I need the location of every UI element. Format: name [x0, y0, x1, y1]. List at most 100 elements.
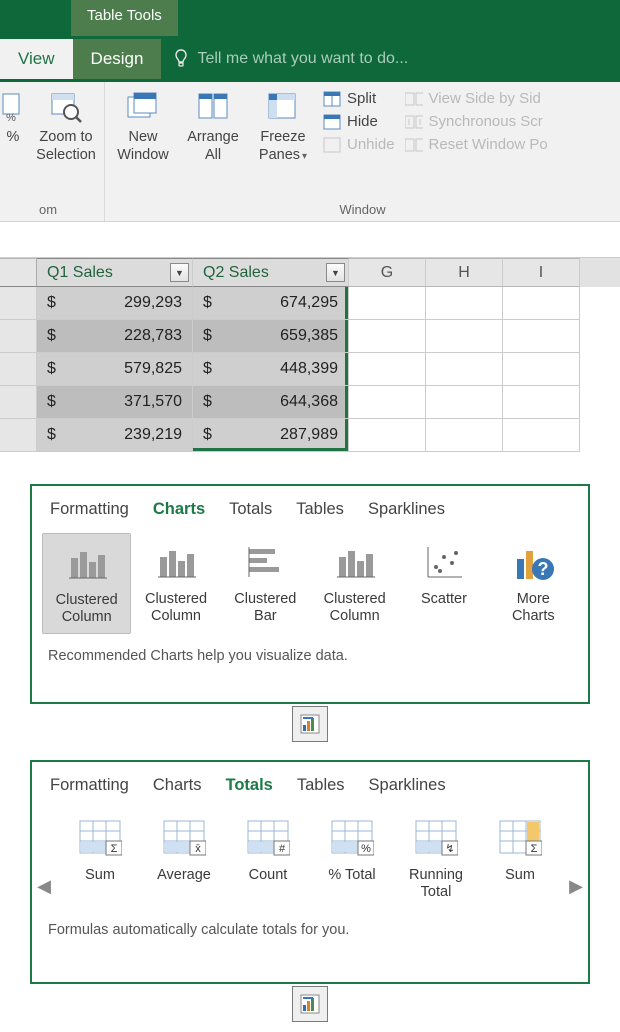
qa-tab-charts[interactable]: Charts [153, 500, 205, 519]
empty-cell[interactable] [426, 386, 503, 419]
title-bar: Table Tools [0, 0, 620, 36]
zoom-to-selection-button[interactable]: Zoom to Selection [36, 88, 96, 164]
empty-cell[interactable] [503, 419, 580, 452]
cell-q2[interactable]: $659,385 [193, 320, 349, 353]
qa-chart-option[interactable]: ?MoreCharts [489, 533, 578, 632]
chevron-down-icon: ▾ [302, 151, 307, 162]
tell-me-search[interactable]: Tell me what you want to do... [197, 50, 620, 68]
qa-tab-sparklines[interactable]: Sparklines [368, 500, 445, 519]
qa-tab-formatting[interactable]: Formatting [50, 500, 129, 519]
filter-dropdown-icon[interactable]: ▼ [170, 263, 189, 282]
quick-analysis-flyout-totals: Formatting Charts Totals Tables Sparklin… [30, 760, 590, 984]
total-type-icon: Σ [62, 815, 138, 863]
chart-type-icon [223, 539, 308, 587]
split-button[interactable]: Split [323, 90, 395, 107]
empty-cell[interactable] [349, 287, 426, 320]
qa-chart-option[interactable]: ClusteredColumn [310, 533, 399, 632]
qa-description: Formulas automatically calculate totals … [32, 908, 588, 948]
empty-cell[interactable] [503, 386, 580, 419]
chart-type-icon [401, 539, 486, 587]
cell-q2[interactable]: $448,399 [193, 353, 349, 386]
empty-cell[interactable] [503, 320, 580, 353]
synchronous-scrolling-button: Synchronous Scr [405, 113, 548, 130]
tab-design[interactable]: Design [73, 39, 162, 79]
contextual-tab-group: Table Tools [71, 0, 178, 36]
reset-window-position-button: Reset Window Po [405, 136, 548, 153]
qa-chart-option[interactable]: Scatter [399, 533, 488, 614]
group-label-zoom: om [0, 199, 96, 221]
zoom-button-partial[interactable]: % % [0, 88, 26, 146]
svg-text:x̄: x̄ [195, 843, 201, 855]
empty-cell[interactable] [349, 320, 426, 353]
qa-tab-tables[interactable]: Tables [296, 500, 344, 519]
ribbon-panel: % % Zoom to Selection om New Window Arra… [0, 82, 620, 222]
cell-q1[interactable]: $371,570 [37, 386, 193, 419]
svg-text:Σ: Σ [531, 843, 538, 855]
total-type-icon: # [230, 815, 306, 863]
column-header-q1[interactable]: Q1 Sales ▼ [37, 258, 193, 287]
qa-total-option[interactable]: ↯RunningTotal [396, 809, 476, 908]
cell-q1[interactable]: $228,783 [37, 320, 193, 353]
qa-chart-option[interactable]: ClusteredBar [221, 533, 310, 632]
empty-cell[interactable] [349, 353, 426, 386]
quick-analysis-button[interactable] [292, 706, 328, 742]
quick-analysis-button[interactable] [292, 986, 328, 1022]
qa-tab-charts[interactable]: Charts [153, 776, 202, 795]
qa-chart-option[interactable]: ClusteredColumn [42, 533, 131, 634]
qa-total-option[interactable]: ΣSum [60, 809, 140, 890]
column-header-i[interactable]: I [503, 258, 580, 287]
svg-text:%: % [6, 112, 16, 122]
column-header-h[interactable]: H [426, 258, 503, 287]
cell-q2[interactable]: $287,989 [193, 419, 349, 452]
quick-analysis-flyout-charts: Formatting Charts Totals Tables Sparklin… [30, 484, 590, 704]
qa-tab-totals[interactable]: Totals [225, 776, 272, 795]
chart-type-icon [45, 540, 128, 588]
empty-cell[interactable] [349, 386, 426, 419]
empty-cell[interactable] [426, 419, 503, 452]
empty-cell[interactable] [503, 287, 580, 320]
qa-total-option[interactable]: x̄Average [144, 809, 224, 890]
column-header-g[interactable]: G [349, 258, 426, 287]
qa-total-option[interactable]: %% Total [312, 809, 392, 890]
svg-text:%: % [361, 843, 371, 855]
empty-cell[interactable] [426, 320, 503, 353]
cell-q2[interactable]: $644,368 [193, 386, 349, 419]
cell-q2[interactable]: $674,295 [193, 287, 349, 320]
scroll-right-icon[interactable]: ▶ [568, 872, 584, 900]
filter-dropdown-icon[interactable]: ▼ [326, 263, 345, 282]
scroll-left-icon[interactable]: ◀ [36, 872, 52, 900]
qa-description: Recommended Charts help you visualize da… [32, 634, 588, 674]
new-window-button[interactable]: New Window [113, 88, 173, 164]
lightbulb-icon [171, 49, 191, 69]
tab-view[interactable]: View [0, 39, 73, 79]
qa-total-option[interactable]: #Count [228, 809, 308, 890]
qa-tab-formatting[interactable]: Formatting [50, 776, 129, 795]
unhide-button: Unhide [323, 136, 395, 153]
svg-text:?: ? [538, 559, 549, 579]
empty-cell[interactable] [426, 287, 503, 320]
formula-bar[interactable] [0, 222, 620, 258]
empty-cell[interactable] [503, 353, 580, 386]
chart-type-icon [133, 539, 218, 587]
empty-cell[interactable] [426, 353, 503, 386]
arrange-all-button[interactable]: Arrange All [183, 88, 243, 164]
qa-chart-option[interactable]: ClusteredColumn [131, 533, 220, 632]
cell-q1[interactable]: $239,219 [37, 419, 193, 452]
hide-button[interactable]: Hide [323, 113, 395, 130]
column-header-q2[interactable]: Q2 Sales ▼ [193, 258, 349, 287]
spreadsheet-grid[interactable]: Q1 Sales ▼ Q2 Sales ▼ G H I $299,293$674… [0, 258, 620, 452]
qa-tab-totals[interactable]: Totals [229, 500, 272, 519]
freeze-panes-button[interactable]: Freeze Panes▾ [253, 88, 313, 164]
ribbon-tab-strip: View Design Tell me what you want to do.… [0, 36, 620, 82]
svg-text:↯: ↯ [445, 843, 454, 855]
qa-total-option[interactable]: ΣSum [480, 809, 560, 890]
cell-q1[interactable]: $579,825 [37, 353, 193, 386]
svg-text:Σ: Σ [111, 843, 118, 855]
qa-tab-tables[interactable]: Tables [297, 776, 345, 795]
chart-type-icon [312, 539, 397, 587]
cell-q1[interactable]: $299,293 [37, 287, 193, 320]
svg-text:#: # [279, 843, 286, 855]
empty-cell[interactable] [349, 419, 426, 452]
qa-tab-sparklines[interactable]: Sparklines [369, 776, 446, 795]
total-type-icon: % [314, 815, 390, 863]
